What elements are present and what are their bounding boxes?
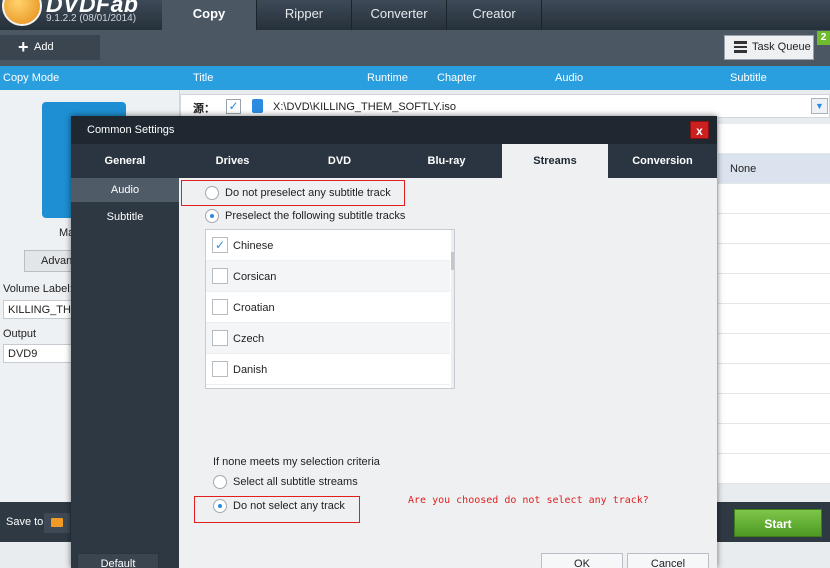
track-checkbox[interactable] (212, 361, 228, 377)
radio-preselect-label: Preselect the following subtitle tracks (225, 210, 406, 222)
source-label: 源： (193, 103, 215, 115)
criteria-caption: If none meets my selection criteria (213, 456, 380, 468)
task-queue-button[interactable]: Task Queue (724, 35, 814, 60)
list-item[interactable]: Danish (206, 354, 450, 385)
radio-no-preselect-label: Do not preselect any subtitle track (225, 187, 391, 199)
output-caption: Output (3, 328, 37, 340)
column-subtitle[interactable]: Subtitle (730, 72, 767, 84)
dialog-tab-bar: General Drives DVD Blu-ray Streams Conve… (71, 144, 717, 178)
dialog-tab-dvd[interactable]: DVD (286, 144, 393, 178)
track-label: Danish (233, 364, 268, 376)
side-item-audio[interactable]: Audio (71, 178, 179, 202)
queue-count-badge: 2 (817, 31, 830, 45)
track-label: Corsican (233, 271, 277, 283)
column-chapter[interactable]: Chapter (437, 72, 476, 84)
list-icon (734, 41, 747, 53)
radio-button-selected (205, 209, 219, 223)
track-label: Czech (233, 333, 265, 345)
default-button[interactable]: Default (77, 553, 159, 568)
column-runtime[interactable]: Runtime (367, 72, 408, 84)
title-bar: DVDFab 9.1.2.2 (08/01/2014) Copy Ripper … (0, 0, 830, 30)
tab-converter[interactable]: Converter (352, 0, 446, 30)
track-checkbox[interactable] (212, 330, 228, 346)
dialog-side-nav: Audio Subtitle (71, 178, 179, 568)
track-label: Croatian (233, 302, 275, 314)
list-row (718, 364, 830, 394)
dialog-tab-drives[interactable]: Drives (179, 144, 286, 178)
folder-icon[interactable] (44, 513, 70, 533)
add-button-label: Add (34, 41, 54, 53)
source-row: 源： ✓ X:\DVD\KILLING_THEM_SOFTLY.iso ▼ (180, 94, 830, 118)
track-checkbox[interactable] (212, 268, 228, 284)
list-item[interactable]: Czech (206, 323, 450, 354)
common-settings-dialog: Common Settings x General Drives DVD Blu… (71, 116, 717, 568)
list-row (718, 274, 830, 304)
list-item[interactable]: ✓ Chinese (206, 230, 450, 261)
close-icon[interactable]: x (690, 121, 709, 139)
dialog-tab-bluray[interactable]: Blu-ray (393, 144, 500, 178)
dialog-tab-streams[interactable]: Streams (502, 144, 608, 178)
track-checkbox[interactable] (212, 299, 228, 315)
save-to-label: Save to: (6, 516, 47, 528)
radio-button (205, 186, 219, 200)
list-row (718, 454, 830, 484)
radio-select-none[interactable]: Do not select any track (213, 499, 345, 513)
list-row (718, 334, 830, 364)
source-checkbox[interactable]: ✓ (226, 99, 241, 114)
column-header-bar: Copy Mode Title Runtime Chapter Audio Su… (0, 66, 830, 90)
ok-button[interactable]: OK (541, 553, 623, 568)
dialog-title: Common Settings (71, 116, 717, 144)
subtitle-value: None (730, 163, 757, 175)
track-checkbox-checked[interactable]: ✓ (212, 237, 228, 253)
radio-button (213, 475, 227, 489)
tab-creator[interactable]: Creator (447, 0, 541, 30)
volume-label-caption: Volume Label:( (3, 283, 77, 295)
column-copy-mode: Copy Mode (3, 72, 60, 84)
add-button[interactable]: + Add (0, 35, 100, 60)
list-row (718, 304, 830, 334)
task-queue-label: Task Queue (752, 41, 811, 53)
tab-ripper[interactable]: Ripper (257, 0, 351, 30)
list-row (718, 244, 830, 274)
subtitle-settings-panel: Do not preselect any subtitle track Pres… (179, 178, 717, 568)
list-row (718, 124, 830, 154)
app-version: 9.1.2.2 (08/01/2014) (46, 13, 137, 24)
radio-preselect[interactable]: Preselect the following subtitle tracks (205, 209, 405, 223)
list-row (718, 184, 830, 214)
tab-copy[interactable]: Copy (162, 0, 256, 30)
list-item[interactable]: Corsican (206, 261, 450, 292)
list-item[interactable]: Croatian (206, 292, 450, 323)
radio-no-preselect[interactable]: Do not preselect any subtitle track (205, 186, 391, 200)
subtitle-track-list[interactable]: ✓ Chinese Corsican Croatian Czech Danish (205, 229, 455, 389)
cancel-button[interactable]: Cancel (627, 553, 709, 568)
radio-button-selected (213, 499, 227, 513)
app-logo-icon (2, 0, 42, 26)
list-row[interactable]: None (718, 154, 830, 184)
annotation-note: Are you choosed do not select any track? (408, 495, 649, 506)
track-list-scrollbar[interactable] (451, 230, 454, 388)
radio-select-all[interactable]: Select all subtitle streams (213, 475, 358, 489)
column-audio[interactable]: Audio (555, 72, 583, 84)
dialog-tab-general[interactable]: General (71, 144, 179, 178)
list-row (718, 214, 830, 244)
side-item-subtitle[interactable]: Subtitle (71, 205, 179, 229)
list-row (718, 424, 830, 454)
toolbar: + Add Task Queue (0, 30, 830, 66)
column-title[interactable]: Title (193, 72, 213, 84)
list-row (718, 394, 830, 424)
tab-divider (541, 0, 542, 30)
source-path: X:\DVD\KILLING_THEM_SOFTLY.iso (273, 101, 456, 113)
track-label: Chinese (233, 240, 274, 252)
plus-icon: + (18, 37, 29, 57)
file-icon (252, 99, 263, 113)
chevron-down-icon[interactable]: ▼ (811, 98, 828, 114)
start-button[interactable]: Start (734, 509, 822, 537)
radio-select-none-label: Do not select any track (233, 500, 345, 512)
radio-select-all-label: Select all subtitle streams (233, 476, 358, 488)
dialog-tab-conversion[interactable]: Conversion (608, 144, 717, 178)
